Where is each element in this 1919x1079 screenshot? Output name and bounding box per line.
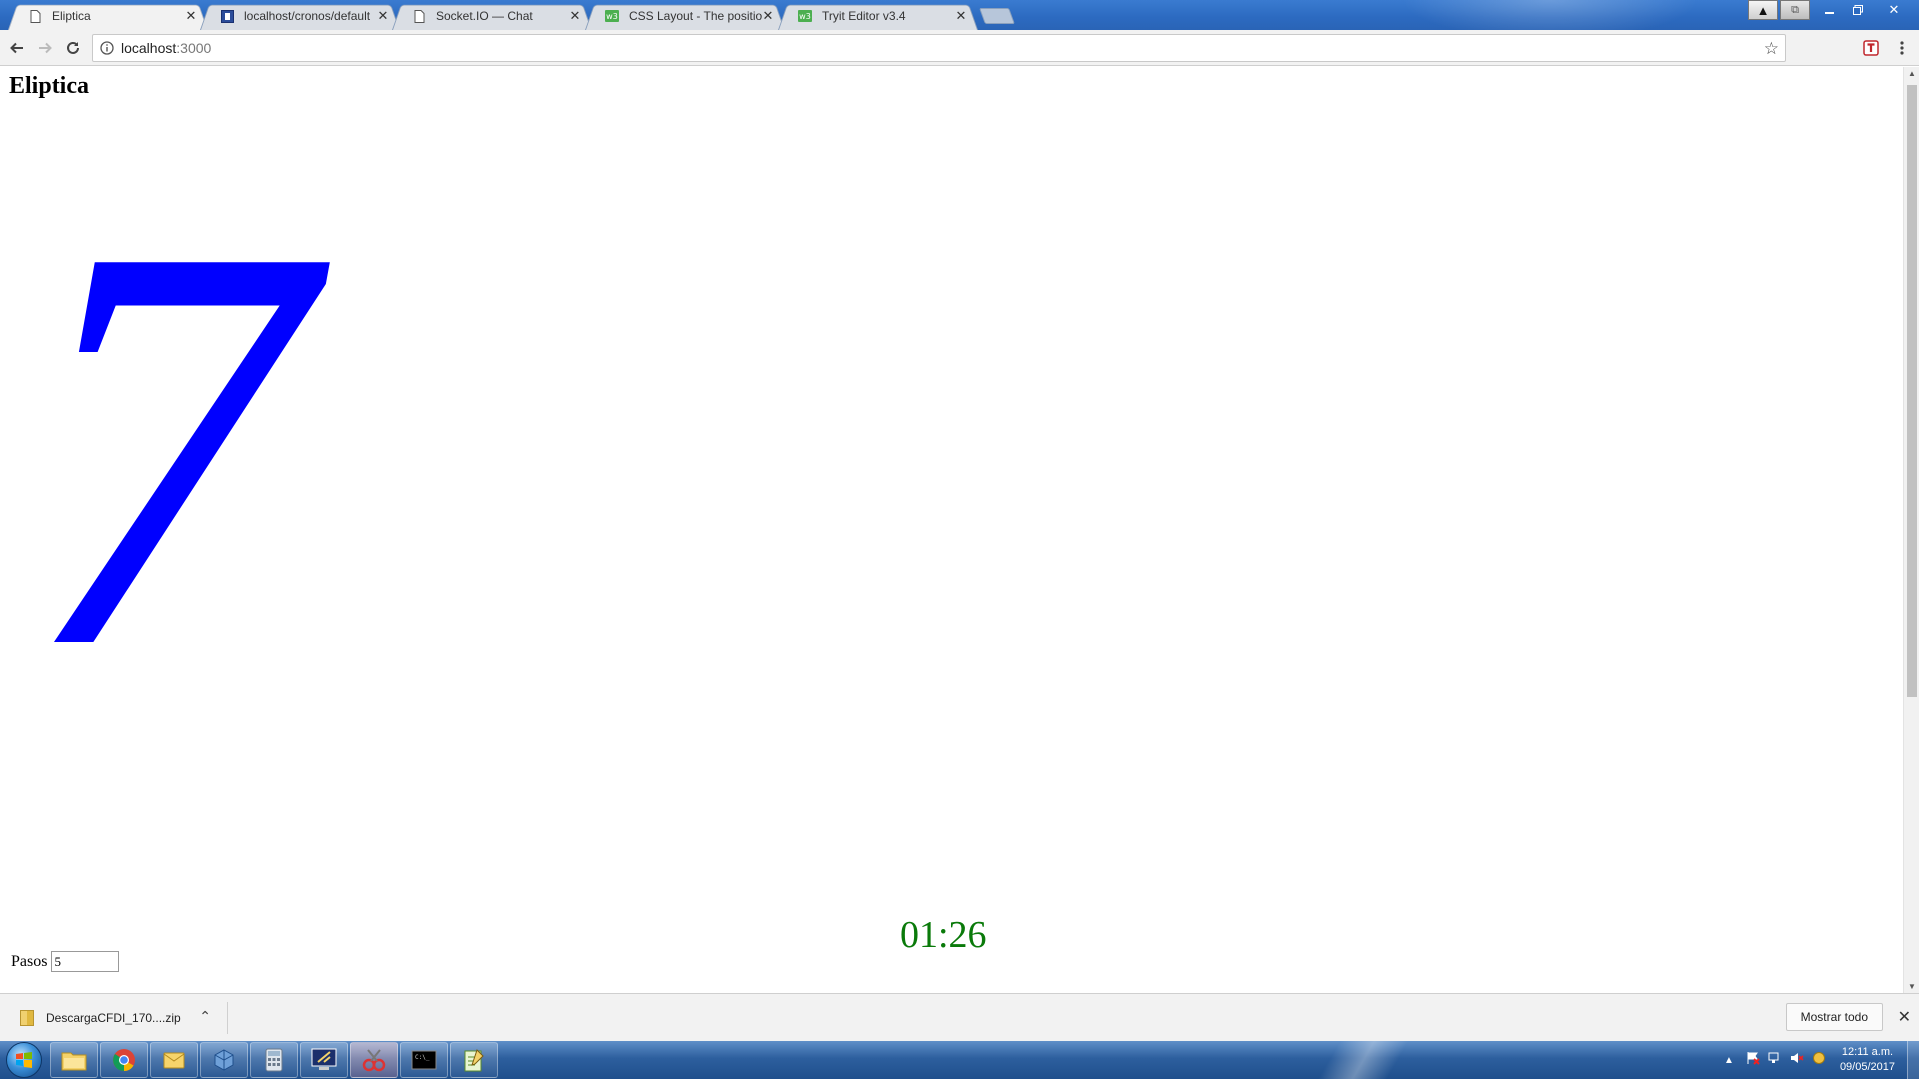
document-icon: [28, 9, 42, 23]
tab-title: Tryit Editor v3.4: [822, 9, 906, 23]
close-icon[interactable]: ✕: [954, 9, 968, 23]
minimize-button[interactable]: [1816, 0, 1844, 20]
chrome-icon: [113, 1049, 135, 1071]
action-center-flag-icon[interactable]: [1746, 1051, 1760, 1070]
restore-icon[interactable]: ⧉: [1780, 0, 1810, 20]
outlook-button[interactable]: [150, 1042, 198, 1078]
close-icon[interactable]: ✕: [184, 9, 198, 23]
menu-button[interactable]: [1891, 37, 1913, 59]
chrome-button[interactable]: [100, 1042, 148, 1078]
terminal-button[interactable]: C:\_: [400, 1042, 448, 1078]
windows-taskbar: C:\_ ▲ 12:11 a.m. 09/05/2017: [0, 1041, 1919, 1079]
close-icon[interactable]: ✕: [376, 9, 390, 23]
system-clock[interactable]: 12:11 a.m. 09/05/2017: [1840, 1045, 1895, 1075]
tab-socketio-chat[interactable]: Socket.IO — Chat ✕: [392, 2, 592, 30]
steps-label: Pasos: [11, 952, 48, 970]
reload-button[interactable]: [62, 37, 84, 59]
virtualbox-button[interactable]: [200, 1042, 248, 1078]
clock-time: 12:11 a.m.: [1841, 1046, 1894, 1058]
close-icon[interactable]: ✕: [568, 9, 582, 23]
download-file-name: DescargaCFDI_170....zip: [46, 1011, 181, 1025]
arrow-right-icon: [39, 42, 52, 54]
notepad-button[interactable]: [450, 1042, 498, 1078]
page-viewport: Eliptica 7 01:26 Pasos: [0, 67, 1903, 993]
info-icon[interactable]: [93, 41, 121, 55]
clock-date: 09/05/2017: [1839, 1061, 1895, 1073]
file-explorer-button[interactable]: [50, 1042, 98, 1078]
star-icon[interactable]: ☆: [1764, 39, 1779, 59]
steps-field-row: Pasos: [11, 951, 120, 972]
snipping-tool-button[interactable]: [350, 1042, 398, 1078]
maximize-button[interactable]: [1844, 0, 1872, 20]
download-item[interactable]: DescargaCFDI_170....zip ⌃: [14, 1002, 228, 1034]
page-title: Eliptica: [9, 73, 90, 99]
bookmark-icon: [220, 9, 234, 23]
w3-icon: w3: [605, 9, 619, 23]
virtualbox-icon: [214, 1049, 234, 1071]
extension-t-icon: [1863, 40, 1879, 56]
chevron-up-icon[interactable]: ⌃: [199, 1008, 211, 1025]
terminal-icon: C:\_: [411, 1050, 437, 1070]
zip-file-icon: [20, 1010, 34, 1026]
tab-title: Socket.IO — Chat: [436, 9, 533, 23]
tab-cronos[interactable]: localhost/cronos/default ✕: [200, 2, 400, 30]
calculator-icon: [265, 1048, 283, 1072]
tab-css-layout[interactable]: w3 CSS Layout - The positio ✕: [585, 2, 785, 30]
kebab-menu-icon: [1900, 41, 1904, 55]
svg-text:w3: w3: [799, 12, 811, 21]
caret-up-icon[interactable]: ▲: [1748, 0, 1778, 20]
extension-button[interactable]: [1860, 37, 1882, 59]
w3-icon: w3: [798, 9, 812, 23]
step-counter-display: 7: [20, 126, 310, 768]
calculator-button[interactable]: [250, 1042, 298, 1078]
scroll-up-icon[interactable]: ▲: [1908, 69, 1916, 78]
download-shelf: DescargaCFDI_170....zip ⌃ Mostrar todo ✕: [0, 993, 1919, 1041]
windows-logo-icon: [16, 1052, 32, 1068]
file-explorer-icon: [61, 1052, 87, 1071]
power-icon[interactable]: [1812, 1051, 1826, 1070]
tab-title: Eliptica: [52, 9, 91, 23]
tab-title: CSS Layout - The positio: [629, 9, 763, 23]
close-icon[interactable]: ✕: [1898, 1007, 1911, 1027]
scroll-down-icon[interactable]: ▼: [1908, 982, 1916, 991]
reload-icon: [67, 41, 79, 54]
vertical-scrollbar[interactable]: ▲ ▼: [1903, 67, 1919, 993]
close-window-button[interactable]: ✕: [1874, 0, 1914, 20]
scrollbar-thumb[interactable]: [1907, 85, 1917, 697]
arrow-left-icon: [10, 42, 23, 54]
new-tab-button[interactable]: [979, 8, 1015, 24]
browser-toolbar: localhost:3000 ☆: [0, 30, 1919, 66]
steps-input[interactable]: [51, 951, 120, 972]
system-tray: ▲ 12:11 a.m. 09/05/2017: [1724, 1041, 1919, 1079]
svg-text:C:\_: C:\_: [415, 1054, 430, 1061]
tab-eliptica[interactable]: Eliptica ✕: [8, 2, 208, 30]
url-text: localhost:3000: [121, 40, 212, 56]
show-all-downloads-button[interactable]: Mostrar todo: [1785, 1003, 1883, 1031]
show-hidden-icons-icon[interactable]: ▲: [1724, 1055, 1734, 1066]
show-desktop-button[interactable]: [1907, 1041, 1919, 1079]
outlook-icon: [163, 1052, 185, 1069]
remote-desktop-icon: [311, 1048, 337, 1070]
svg-text:w3: w3: [606, 12, 618, 21]
snipping-tool-icon: [362, 1049, 386, 1072]
tab-tryit-editor[interactable]: w3 Tryit Editor v3.4 ✕: [778, 2, 978, 30]
remote-desktop-button[interactable]: [300, 1042, 348, 1078]
volume-muted-icon[interactable]: [1790, 1051, 1804, 1070]
address-bar[interactable]: localhost:3000 ☆: [92, 34, 1786, 62]
back-button[interactable]: [6, 37, 28, 59]
start-button[interactable]: [6, 1042, 42, 1078]
close-icon[interactable]: ✕: [761, 9, 775, 23]
network-icon[interactable]: [1768, 1051, 1782, 1070]
tab-strip: Eliptica ✕ localhost/cronos/default ✕ So…: [0, 0, 1919, 30]
elapsed-timer: 01:26: [900, 914, 987, 956]
notepad-icon: [464, 1049, 484, 1072]
forward-button[interactable]: [34, 37, 56, 59]
document-icon: [412, 9, 426, 23]
tab-title: localhost/cronos/default: [244, 9, 371, 23]
